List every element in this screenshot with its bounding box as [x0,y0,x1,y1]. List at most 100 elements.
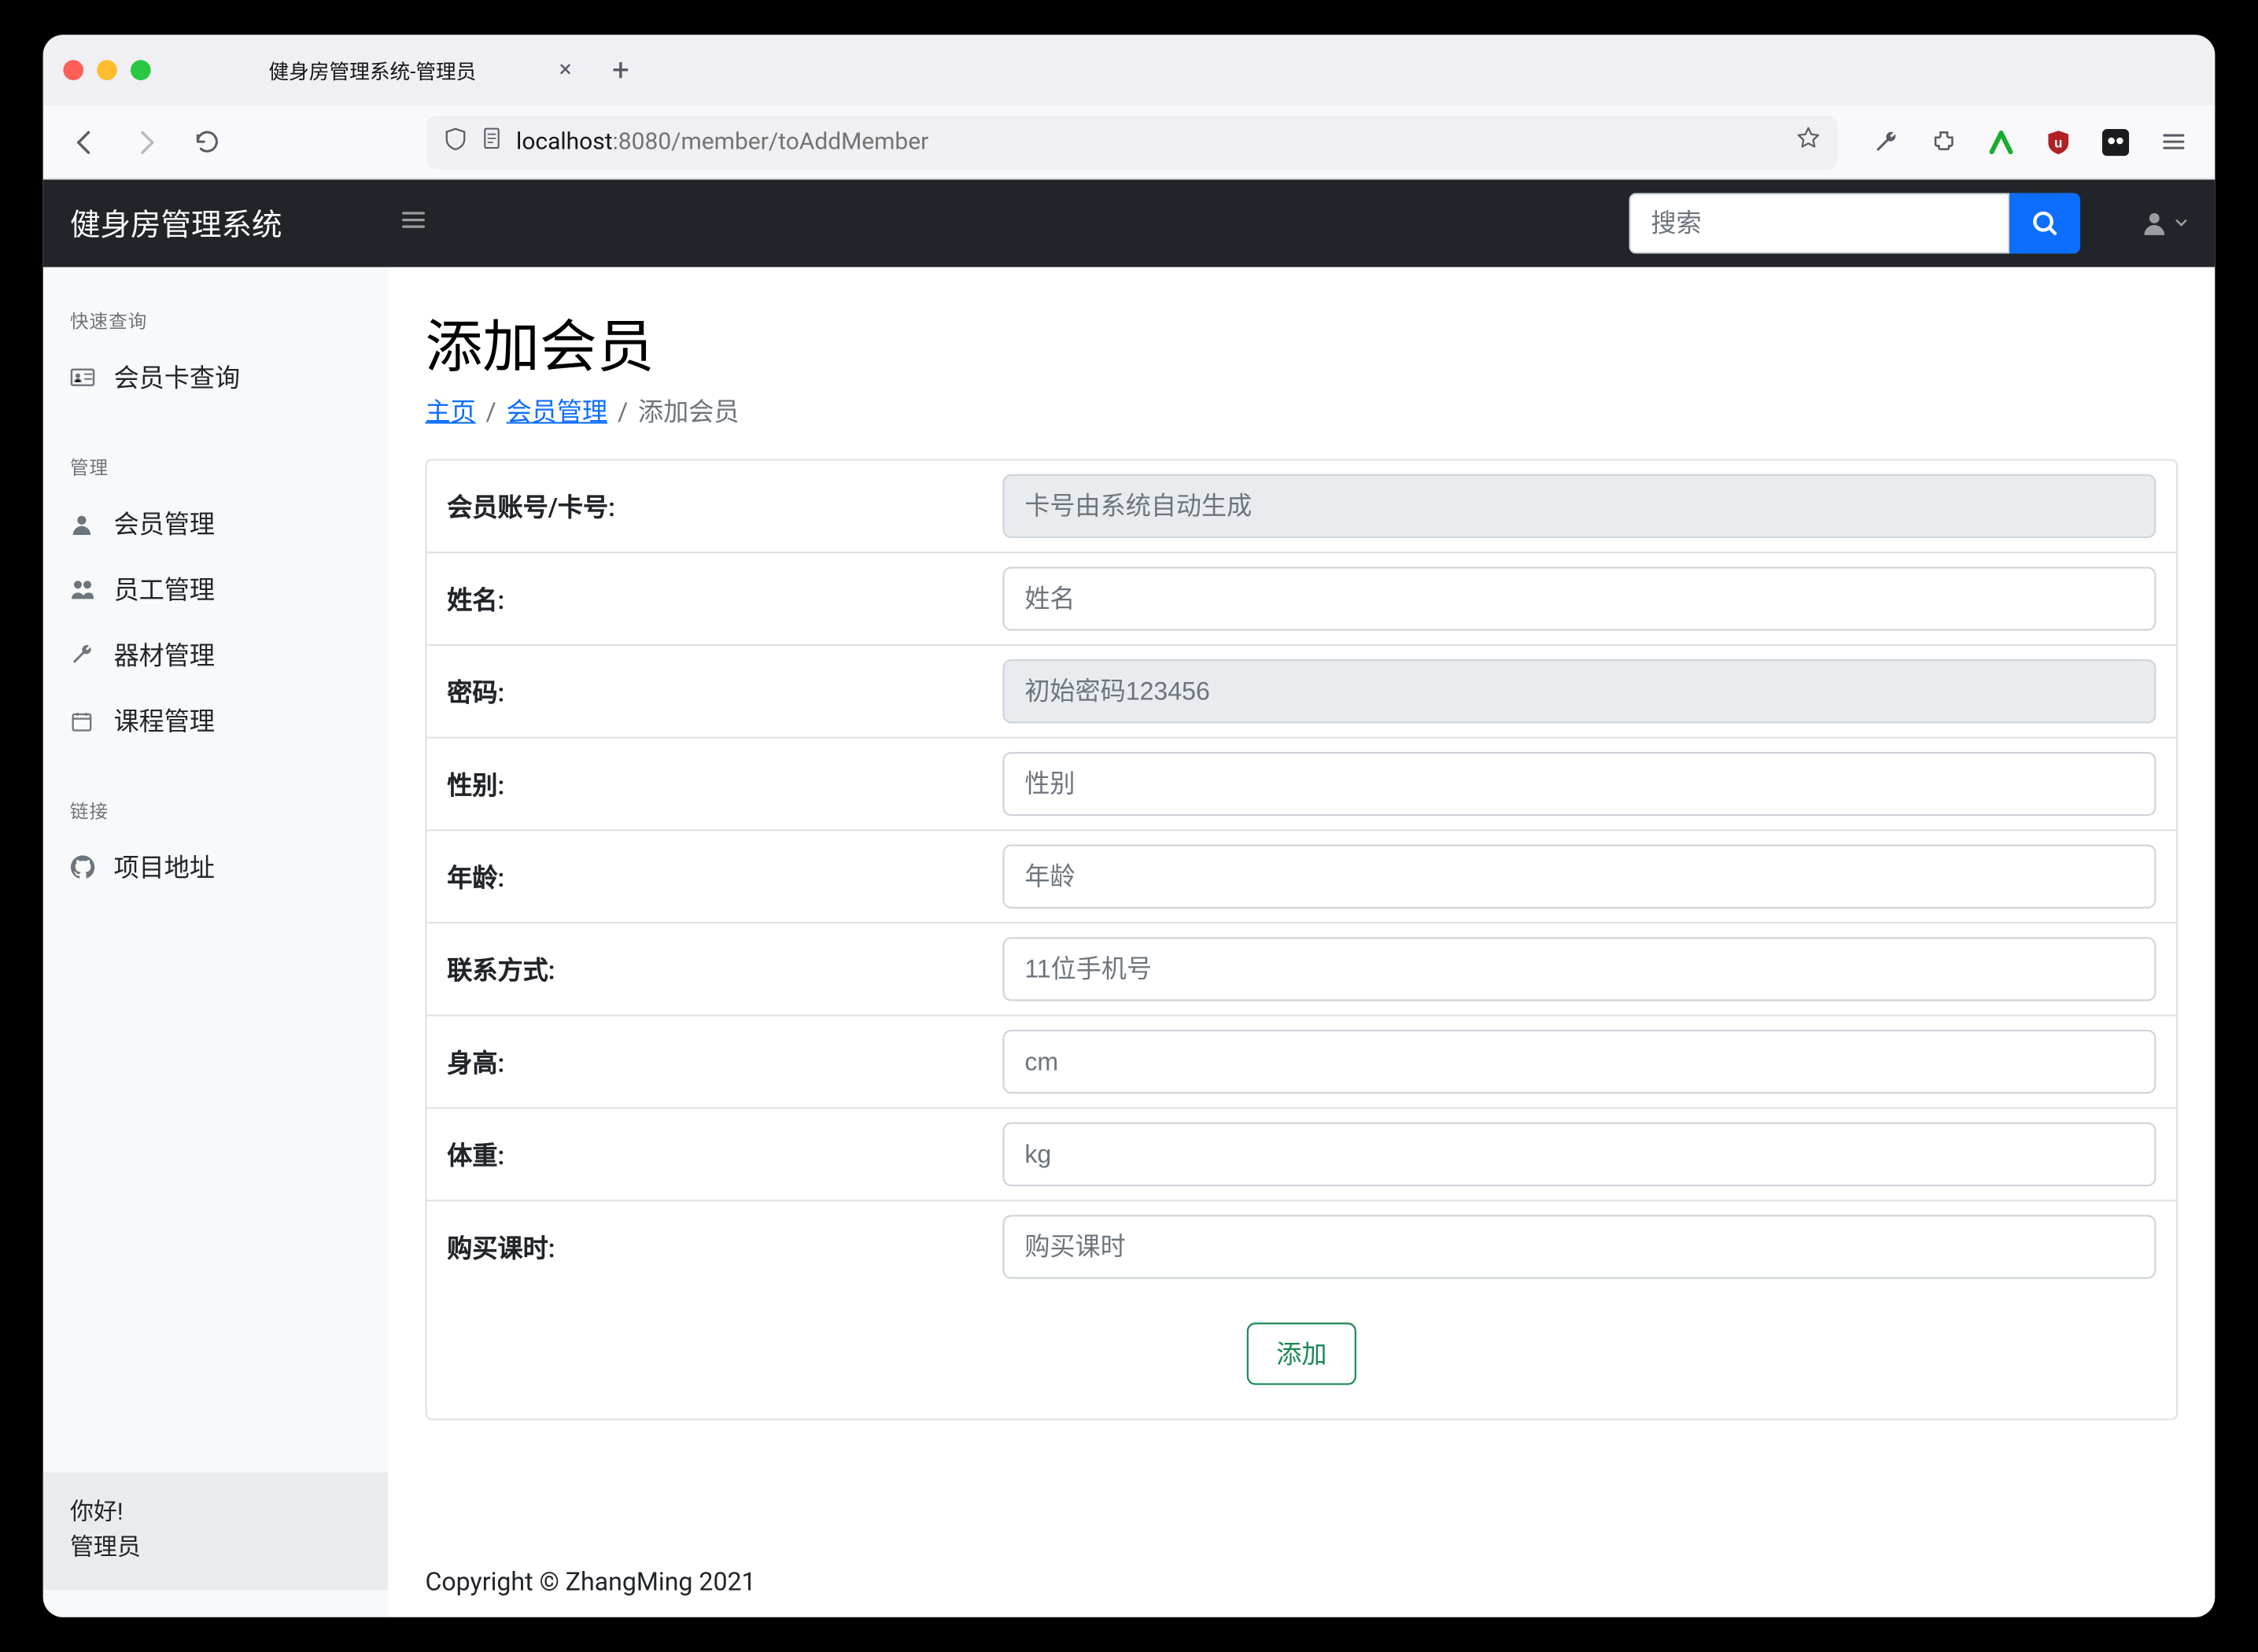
form-input-1[interactable] [1003,566,2157,630]
user-dropdown[interactable] [2141,210,2188,237]
form-row: 密码 [427,646,2176,739]
search-input[interactable] [1629,193,2010,253]
form-row: 年龄 [427,831,2176,924]
form-row: 购买课时 [427,1201,2176,1292]
form-input-4[interactable] [1003,845,2157,909]
greeting-text: 你好! [70,1496,361,1532]
window-controls [63,60,150,80]
search-icon [2031,210,2058,237]
breadcrumb-separator: / [486,396,496,427]
form-row: 会员账号/卡号 [427,461,2176,554]
sidebar-item-wrench[interactable]: 器材管理 [43,622,389,688]
form-label: 购买课时 [447,1230,1002,1265]
copyright-footer: Copyright © ZhangMing 2021 [425,1543,2178,1597]
calendar-icon [70,709,97,732]
top-navbar: 健身房管理系统 [43,179,2216,267]
minimize-window-button[interactable] [97,60,117,80]
sidebar-footer: 你好! 管理员 [43,1473,389,1591]
form-card: 会员账号/卡号姓名密码性别年龄联系方式身高体重购买课时 添加 [425,459,2178,1420]
sidebar-item-users[interactable]: 员工管理 [43,557,389,622]
form-label: 身高 [447,1044,1002,1079]
sidebar-item-github[interactable]: 项目地址 [43,835,389,900]
form-row: 体重 [427,1109,2176,1202]
sidebar-item-calendar[interactable]: 课程管理 [43,688,389,754]
github-icon [70,854,97,879]
extensions-icon[interactable] [1919,116,1969,167]
bookmark-star-icon[interactable] [1795,126,1821,158]
sidebar-heading: 链接 [43,784,389,835]
form-input-5[interactable] [1003,937,2157,1001]
sidebar-item-label: 器材管理 [114,637,215,673]
ext-green-icon[interactable] [1976,116,2026,167]
tab-title: 健身房管理系统-管理员 [268,56,545,84]
search-group [1629,193,2081,253]
reload-button[interactable] [181,116,231,167]
close-window-button[interactable] [63,60,83,80]
ext-dark-icon[interactable] [2090,116,2141,167]
arrow-right-icon [132,128,159,155]
brand-title: 健身房管理系统 [70,201,373,245]
form-input-8[interactable] [1003,1215,2157,1278]
form-input-6[interactable] [1003,1030,2157,1093]
ext-ublock-icon[interactable]: u [2033,116,2083,167]
form-label: 年龄 [447,859,1002,894]
sidebar-item-label: 会员管理 [114,506,215,541]
search-button[interactable] [2009,193,2080,253]
user-icon [2141,210,2168,237]
chevron-down-icon [2175,216,2188,230]
form-label: 会员账号/卡号 [447,489,1002,524]
form-row: 身高 [427,1016,2176,1109]
forward-button[interactable] [120,116,171,167]
breadcrumb-item[interactable]: 主页 [425,396,475,427]
breadcrumb: 主页 / 会员管理 / 添加会员 [425,393,2178,429]
form-row: 联系方式 [427,924,2176,1016]
hamburger-icon [400,205,426,232]
browser-toolbar: localhost:8080/member/toAddMember u [43,105,2216,179]
sidebar-item-label: 会员卡查询 [114,360,241,395]
sidebar-heading: 快速查询 [43,294,389,345]
app-menu-icon[interactable] [2148,116,2198,167]
sidebar-heading: 管理 [43,441,389,491]
new-tab-button[interactable]: + [602,53,640,88]
browser-tab-strip: 健身房管理系统-管理员 × + [43,35,2216,105]
form-input-2 [1003,659,2157,723]
submit-button[interactable]: 添加 [1248,1322,1356,1385]
sidebar-item-label: 员工管理 [114,572,215,607]
body-row: 快速查询会员卡查询管理会员管理员工管理器材管理课程管理链接项目地址 你好! 管理… [43,267,2216,1617]
toolbar-extensions: u [1861,116,2198,167]
form-row: 性别 [427,739,2176,832]
page-icon [481,127,503,156]
form-input-7[interactable] [1003,1123,2157,1186]
settings-wrench-icon[interactable] [1861,116,1912,167]
sidebar: 快速查询会员卡查询管理会员管理员工管理器材管理课程管理链接项目地址 你好! 管理… [43,267,389,1617]
form-row: 姓名 [427,553,2176,646]
form-input-0 [1003,474,2157,538]
page-title: 添加会员 [425,301,2178,383]
reload-icon [194,129,219,154]
form-label: 性别 [447,766,1002,802]
sidebar-item-label: 项目地址 [114,850,215,885]
breadcrumb-item[interactable]: 会员管理 [507,396,607,427]
address-bar[interactable]: localhost:8080/member/toAddMember [427,115,1838,168]
role-text: 管理员 [70,1532,361,1567]
wrench-icon [70,643,97,668]
form-actions: 添加 [427,1292,2176,1419]
form-label: 密码 [447,673,1002,709]
breadcrumb-item: 添加会员 [638,396,739,427]
back-button[interactable] [60,116,110,167]
user-icon [70,512,97,536]
sidebar-item-user[interactable]: 会员管理 [43,491,389,556]
id-card-icon [70,365,97,390]
browser-window: 健身房管理系统-管理员 × + localhost:8080/member/to… [43,35,2216,1617]
breadcrumb-separator: / [618,396,628,427]
sidebar-toggle-button[interactable] [400,205,426,241]
sidebar-item-id-card[interactable]: 会员卡查询 [43,345,389,410]
close-tab-icon[interactable]: × [559,57,572,83]
sidebar-item-label: 课程管理 [114,703,215,739]
browser-tab[interactable]: 健身房管理系统-管理员 × [252,42,588,99]
form-label: 联系方式 [447,951,1002,986]
form-input-3[interactable] [1003,752,2157,816]
app-root: 健身房管理系统 快速查询会员卡查询管理会员管理员工管理器材管理课程管理链接项目地… [43,179,2216,1617]
maximize-window-button[interactable] [131,60,151,80]
svg-text:u: u [2054,135,2062,150]
